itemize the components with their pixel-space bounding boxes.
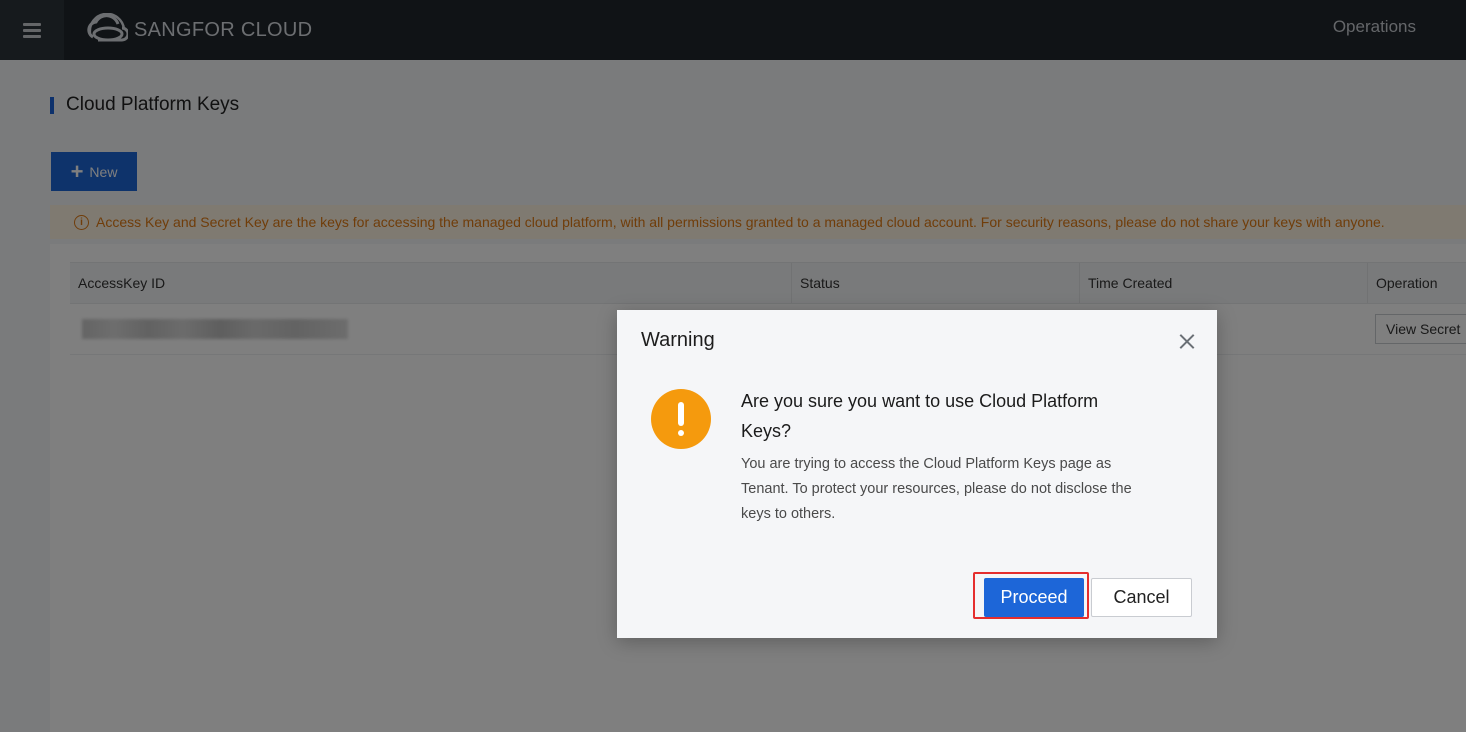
dialog-heading: Are you sure you want to use Cloud Platf…: [741, 391, 1099, 441]
proceed-button[interactable]: Proceed: [984, 578, 1084, 617]
exclamation-circle-icon: [651, 389, 711, 449]
dialog-title: Warning: [641, 329, 715, 351]
warning-dialog: Warning Are you sure you want to use Clo…: [617, 310, 1217, 638]
close-icon[interactable]: [1177, 331, 1197, 351]
cancel-button[interactable]: Cancel: [1091, 578, 1192, 617]
app-page: SANGFOR CLOUD Operations Cloud Platform …: [0, 0, 1466, 732]
dialog-message: You are trying to access the Cloud Platf…: [741, 456, 1132, 522]
